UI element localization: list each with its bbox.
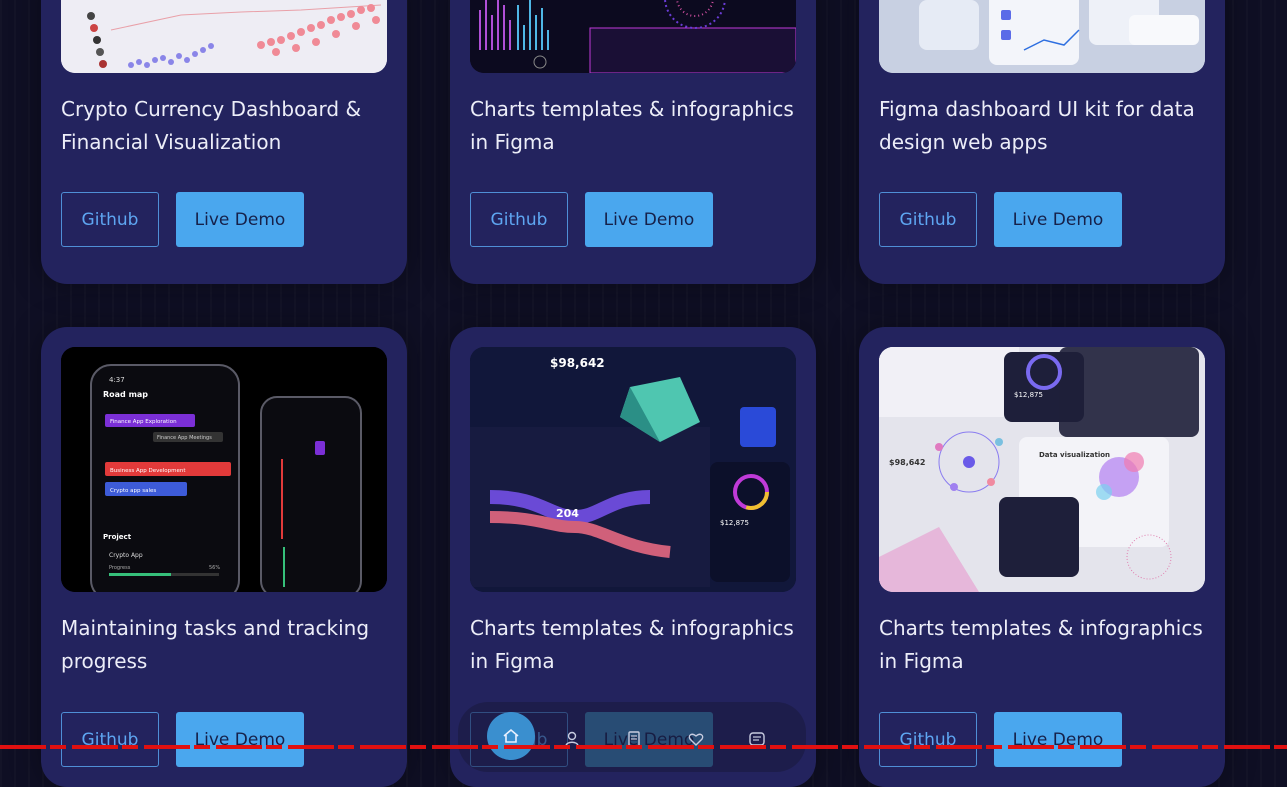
project-card-1: Crypto Currency Dashboard & Financial Vi… — [41, 0, 407, 284]
project-title: Figma dashboard UI kit for data design w… — [879, 97, 1195, 154]
total-value-label: $12,875 — [1014, 391, 1043, 399]
project-thumbnail: $98,642 204 $12,875 — [470, 347, 796, 592]
charts-infographics-thumbnail — [470, 0, 796, 73]
project-crypto-app: Crypto App — [109, 552, 143, 559]
project-thumbnail: 4:37 Road map Finance App Exploration Fi… — [61, 347, 387, 592]
project-thumbnail — [61, 0, 387, 73]
value-label-2: $98,642 — [889, 458, 925, 467]
github-button[interactable]: Github — [879, 192, 977, 247]
project-title: Charts templates & infographics in Figma — [879, 616, 1203, 673]
data-visualization-thumbnail: $12,875 $98,642 Data visualization — [879, 347, 1205, 592]
project-title: Maintaining tasks and tracking progress — [61, 616, 370, 673]
project-title: Crypto Currency Dashboard & Financial Vi… — [61, 97, 362, 154]
project-thumbnail — [470, 0, 796, 73]
charts-3d-thumbnail: $98,642 204 $12,875 — [470, 347, 796, 592]
project-card-2: Charts templates & infographics in Figma… — [450, 0, 816, 284]
video-progress-bar[interactable] — [0, 745, 1287, 749]
live-demo-button[interactable]: Live Demo — [994, 712, 1122, 767]
progress-value: 56% — [209, 565, 220, 571]
project-card-4: 4:37 Road map Finance App Exploration Fi… — [41, 327, 407, 787]
value-label-1: $98,642 — [550, 356, 605, 370]
github-button[interactable]: Github — [470, 192, 568, 247]
task-finance-meetings: Finance App Meetings — [157, 435, 212, 441]
crypto-dashboard-thumbnail — [61, 0, 387, 73]
project-card-3: Figma dashboard UI kit for data design w… — [859, 0, 1225, 284]
project-card-6: $12,875 $98,642 Data visualization Chart… — [859, 327, 1225, 787]
roadmap-app-thumbnail: 4:37 Road map Finance App Exploration Fi… — [61, 347, 387, 592]
task-finance-exploration: Finance App Exploration — [110, 419, 177, 425]
live-demo-button[interactable]: Live Demo — [176, 192, 304, 247]
home-nav-button[interactable] — [487, 712, 535, 760]
sankey-value: 204 — [556, 507, 579, 520]
github-button[interactable]: Github — [61, 712, 159, 767]
progress-label: Progress — [109, 565, 131, 571]
project-title: Charts templates & infographics in Figma — [470, 616, 794, 673]
figma-dashboard-thumbnail — [879, 0, 1205, 73]
github-button[interactable]: Github — [61, 192, 159, 247]
home-icon — [503, 728, 519, 743]
project-thumbnail: $12,875 $98,642 Data visualization — [879, 347, 1205, 592]
project-label: Project — [103, 533, 132, 541]
task-business-dev: Business App Development — [110, 468, 186, 474]
task-crypto-sales: Crypto app sales — [110, 488, 156, 494]
project-title: Charts templates & infographics in Figma — [470, 97, 794, 154]
phone-time: 4:37 — [109, 376, 125, 384]
total-earning-value: $12,875 — [720, 519, 749, 527]
roadmap-label: Road map — [103, 390, 148, 399]
live-demo-button[interactable]: Live Demo — [585, 192, 713, 247]
live-demo-button[interactable]: Live Demo — [994, 192, 1122, 247]
data-visualization-label: Data visualization — [1039, 451, 1110, 459]
live-demo-button[interactable]: Live Demo — [176, 712, 304, 767]
bottom-navigation — [458, 702, 806, 772]
github-button[interactable]: Github — [879, 712, 977, 767]
project-thumbnail — [879, 0, 1205, 73]
